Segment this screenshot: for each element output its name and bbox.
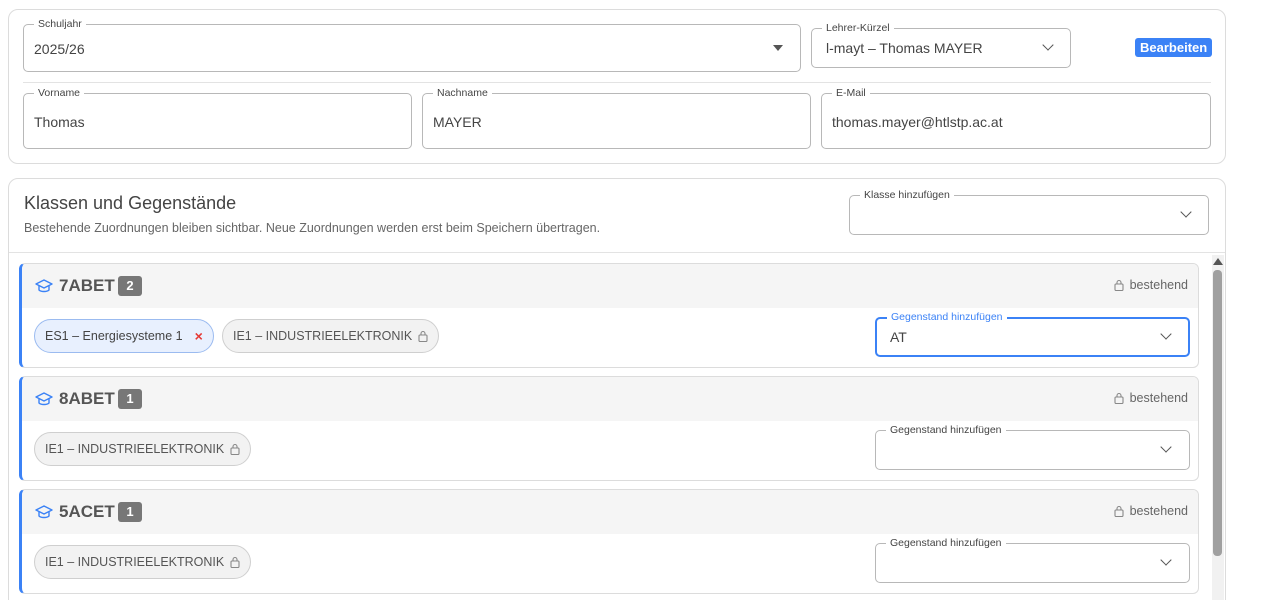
graduation-cap-icon xyxy=(35,505,53,519)
add-subject-value: AT xyxy=(890,329,907,345)
class-header: 7ABET 2 bestehend xyxy=(22,264,1198,308)
chevron-down-icon xyxy=(1160,328,1172,340)
add-subject-input[interactable]: Gegenstand hinzufügen AT xyxy=(875,311,1190,357)
status-label: bestehend xyxy=(1129,278,1188,292)
email-field[interactable]: E-Mail thomas.mayer@htlstp.ac.at xyxy=(821,87,1211,149)
subject-chip: IE1 – INDUSTRIEELEKTRONIK xyxy=(34,432,252,466)
subject-chip-label: IE1 – INDUSTRIEELEKTRONIK xyxy=(233,329,413,343)
class-header: 8ABET 1 bestehend xyxy=(22,377,1198,421)
subject-chip-label: ES1 – Energiesysteme 1 xyxy=(45,329,183,343)
nachname-label: Nachname xyxy=(433,87,492,99)
lehrer-kuerzel-label: Lehrer-Kürzel xyxy=(822,22,894,34)
lock-icon xyxy=(418,330,428,342)
dropdown-arrow-icon xyxy=(773,45,783,51)
status-label: bestehend xyxy=(1129,504,1188,518)
chevron-down-icon xyxy=(1160,441,1172,453)
chevron-down-icon xyxy=(1180,206,1192,218)
subject-count-badge: 1 xyxy=(118,502,142,522)
class-name: 8ABET xyxy=(59,389,115,408)
email-label: E-Mail xyxy=(832,87,870,99)
email-value: thomas.mayer@htlstp.ac.at xyxy=(832,114,1003,130)
nachname-field[interactable]: Nachname MAYER xyxy=(422,87,811,149)
lehrer-kuerzel-value: l-mayt – Thomas MAYER xyxy=(826,40,983,56)
status-label: bestehend xyxy=(1129,391,1188,405)
add-subject-label: Gegenstand hinzufügen xyxy=(886,537,1006,549)
class-name: 7ABET xyxy=(59,276,115,295)
graduation-cap-icon xyxy=(35,392,53,406)
edit-button[interactable]: Bearbeiten xyxy=(1135,38,1213,57)
lock-icon xyxy=(230,556,240,568)
section-subtitle: Bestehende Zuordnungen bleiben sichtbar.… xyxy=(24,221,601,235)
subject-count-badge: 2 xyxy=(118,276,142,296)
subject-chip-label: IE1 – INDUSTRIEELEKTRONIK xyxy=(45,555,225,569)
class-name: 5ACET xyxy=(59,502,115,521)
class-card-8abet: 8ABET 1 bestehend IE1 – INDUSTRIEELEKTRO… xyxy=(19,376,1199,481)
add-subject-select[interactable]: Gegenstand hinzufügen xyxy=(875,537,1190,583)
graduation-cap-icon xyxy=(35,279,53,293)
lock-icon xyxy=(230,443,240,455)
lock-icon xyxy=(1114,279,1124,291)
chevron-down-icon xyxy=(1042,39,1054,51)
class-status: bestehend xyxy=(1114,391,1188,405)
section-divider xyxy=(9,252,1225,253)
class-status: bestehend xyxy=(1114,278,1188,292)
class-header: 5ACET 1 bestehend xyxy=(22,490,1198,534)
scroll-up-icon[interactable] xyxy=(1213,258,1223,265)
subject-chip: ES1 – Energiesysteme 1 × xyxy=(34,319,214,353)
schuljahr-value: 2025/26 xyxy=(34,41,85,57)
add-class-select[interactable]: Klasse hinzufügen xyxy=(849,189,1209,235)
close-icon[interactable]: × xyxy=(195,320,203,352)
divider xyxy=(23,82,1211,83)
subject-chip: IE1 – INDUSTRIEELEKTRONIK xyxy=(34,545,252,579)
vorname-value: Thomas xyxy=(34,114,85,130)
section-title: Klassen und Gegenstände xyxy=(24,193,237,213)
lock-icon xyxy=(1114,505,1124,517)
add-class-label: Klasse hinzufügen xyxy=(860,189,954,201)
subject-count-badge: 1 xyxy=(118,389,142,409)
add-subject-label: Gegenstand hinzufügen xyxy=(887,311,1007,323)
add-subject-select[interactable]: Gegenstand hinzufügen xyxy=(875,424,1190,470)
scrollbar-thumb[interactable] xyxy=(1213,270,1222,556)
schuljahr-select[interactable]: Schuljahr 2025/26 xyxy=(23,18,801,72)
vorname-label: Vorname xyxy=(34,87,85,99)
subject-chip-label: IE1 – INDUSTRIEELEKTRONIK xyxy=(45,442,225,456)
vorname-field[interactable]: Vorname Thomas xyxy=(23,87,412,149)
lock-icon xyxy=(1114,392,1124,404)
add-subject-label: Gegenstand hinzufügen xyxy=(886,424,1006,436)
lehrer-kuerzel-select[interactable]: Lehrer-Kürzel l-mayt – Thomas MAYER xyxy=(811,22,1071,68)
nachname-value: MAYER xyxy=(433,114,482,130)
class-card-5acet: 5ACET 1 bestehend IE1 – INDUSTRIEELEKTRO… xyxy=(19,489,1199,594)
class-status: bestehend xyxy=(1114,504,1188,518)
class-card-7abet: 7ABET 2 bestehend ES1 – Energiesysteme 1… xyxy=(19,263,1199,368)
subject-chip: IE1 – INDUSTRIEELEKTRONIK xyxy=(222,319,440,353)
chevron-down-icon xyxy=(1160,554,1172,566)
schuljahr-label: Schuljahr xyxy=(34,18,86,30)
